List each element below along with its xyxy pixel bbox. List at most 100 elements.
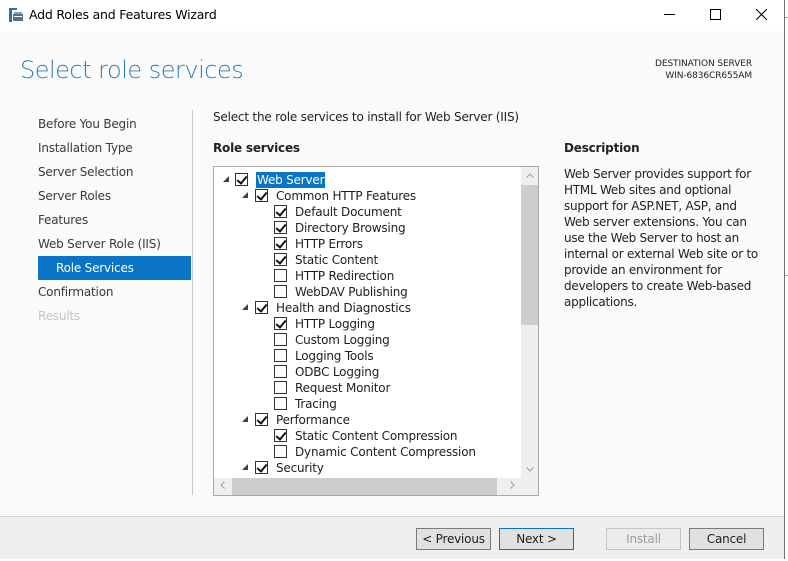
expand-collapse-icon[interactable]: [242, 192, 248, 198]
role-services-heading: Role services: [213, 141, 300, 155]
tree-item-label[interactable]: Tracing: [294, 396, 338, 412]
nav-item-web-server-role[interactable]: Web Server Role (IIS): [38, 232, 192, 256]
destination-server-label: DESTINATION SERVER: [655, 59, 752, 69]
tree-item[interactable]: Default Document: [214, 204, 521, 220]
tree-item-checkbox[interactable]: [255, 461, 268, 474]
tree-item-label[interactable]: Default Document: [294, 204, 403, 220]
tree-item[interactable]: HTTP Redirection: [214, 268, 521, 284]
window-title: Add Roles and Features Wizard: [29, 7, 217, 22]
tree-item-label[interactable]: Performance: [275, 412, 351, 428]
tree-item[interactable]: HTTP Errors: [214, 236, 521, 252]
tree-item-label[interactable]: Logging Tools: [294, 348, 374, 364]
vertical-scrollbar[interactable]: [521, 167, 538, 478]
tree-item-checkbox[interactable]: [255, 189, 268, 202]
tree-item-checkbox[interactable]: [274, 365, 287, 378]
tree-item-checkbox[interactable]: [274, 205, 287, 218]
tree-item-checkbox[interactable]: [255, 301, 268, 314]
tree-item-label[interactable]: HTTP Logging: [294, 316, 376, 332]
description-heading: Description: [564, 141, 640, 155]
title-bar[interactable]: Add Roles and Features Wizard: [0, 0, 784, 31]
scroll-up-button[interactable]: [521, 167, 538, 184]
tree-item[interactable]: Request Monitor: [214, 380, 521, 396]
tree-item-checkbox[interactable]: [235, 173, 248, 186]
close-button[interactable]: [738, 0, 784, 31]
scroll-left-button[interactable]: [214, 478, 231, 495]
server-manager-icon: [9, 8, 23, 22]
tree-item-checkbox[interactable]: [274, 253, 287, 266]
tree-item-label[interactable]: Security: [275, 460, 325, 476]
expand-collapse-icon[interactable]: [242, 464, 248, 470]
maximize-icon: [709, 8, 721, 23]
wizard-window: Add Roles and Features Wizard Select rol…: [0, 0, 785, 559]
tree-item[interactable]: Custom Logging: [214, 332, 521, 348]
tree-item-checkbox[interactable]: [274, 445, 287, 458]
description-text: Web Server provides support for HTML Web…: [564, 167, 758, 309]
expand-collapse-icon[interactable]: [242, 416, 248, 422]
minimize-button[interactable]: [646, 0, 692, 31]
tree-item-label[interactable]: Directory Browsing: [294, 220, 406, 236]
expand-collapse-icon[interactable]: [242, 304, 248, 310]
horizontal-scrollbar[interactable]: [214, 478, 521, 495]
tree-item[interactable]: WebDAV Publishing: [214, 284, 521, 300]
tree-item[interactable]: Tracing: [214, 396, 521, 412]
tree-item-checkbox[interactable]: [274, 237, 287, 250]
next-button[interactable]: Next >: [499, 528, 574, 550]
tree-item[interactable]: Dynamic Content Compression: [214, 444, 521, 460]
scroll-down-button[interactable]: [521, 461, 538, 478]
nav-item-confirmation[interactable]: Confirmation: [38, 280, 192, 304]
nav-item-results: Results: [38, 309, 80, 323]
tree-item-checkbox[interactable]: [274, 317, 287, 330]
tree-item-checkbox[interactable]: [274, 221, 287, 234]
tree-item-label[interactable]: WebDAV Publishing: [294, 284, 409, 300]
tree-item-label[interactable]: Web Server: [256, 172, 326, 188]
tree-item[interactable]: Common HTTP Features: [214, 188, 521, 204]
tree-item[interactable]: ODBC Logging: [214, 364, 521, 380]
nav-item-before-you-begin[interactable]: Before You Begin: [38, 112, 192, 136]
tree-item-checkbox[interactable]: [274, 381, 287, 394]
nav-item-server-selection[interactable]: Server Selection: [38, 160, 192, 184]
cancel-button[interactable]: Cancel: [689, 528, 764, 550]
tree-item-checkbox[interactable]: [274, 397, 287, 410]
nav-item-installation-type[interactable]: Installation Type: [38, 136, 192, 160]
tree-item-checkbox[interactable]: [274, 269, 287, 282]
horizontal-scroll-thumb[interactable]: [232, 478, 497, 495]
tree-item-checkbox[interactable]: [274, 285, 287, 298]
nav-item-role-services[interactable]: Role Services: [38, 256, 191, 280]
expand-collapse-icon[interactable]: [223, 176, 229, 182]
tree-item-label[interactable]: Request Monitor: [294, 380, 391, 396]
scroll-right-button[interactable]: [504, 478, 521, 495]
tree-item-label[interactable]: HTTP Errors: [294, 236, 364, 252]
tree-item-label[interactable]: ODBC Logging: [294, 364, 380, 380]
tree-item-checkbox[interactable]: [274, 429, 287, 442]
tree-item-label[interactable]: Custom Logging: [294, 332, 391, 348]
close-icon: [755, 8, 767, 23]
tree-item-checkbox[interactable]: [274, 349, 287, 362]
role-services-tree[interactable]: Web Server Common HTTP Features Default Do…: [213, 166, 539, 496]
tree-item[interactable]: Performance: [214, 412, 521, 428]
tree-item-label[interactable]: Static Content Compression: [294, 428, 458, 444]
tree-item-checkbox[interactable]: [274, 333, 287, 346]
nav-item-server-roles[interactable]: Server Roles: [38, 184, 192, 208]
tree-rows: Web Server Common HTTP Features Default Do…: [214, 172, 521, 476]
tree-item-label[interactable]: Common HTTP Features: [275, 188, 417, 204]
wizard-nav: Before You Begin Installation Type Serve…: [38, 112, 192, 328]
vertical-scroll-thumb[interactable]: [521, 185, 538, 325]
tree-item-label[interactable]: Health and Diagnostics: [275, 300, 412, 316]
tree-item[interactable]: Security: [214, 460, 521, 476]
tree-item[interactable]: Logging Tools: [214, 348, 521, 364]
nav-divider: [192, 110, 193, 495]
tree-item[interactable]: HTTP Logging: [214, 316, 521, 332]
maximize-button[interactable]: [692, 0, 738, 31]
previous-button[interactable]: < Previous: [416, 528, 491, 550]
tree-item-label[interactable]: Static Content: [294, 252, 379, 268]
tree-item[interactable]: Static Content: [214, 252, 521, 268]
destination-server-info: DESTINATION SERVER WIN-6836CR655AM: [655, 58, 752, 82]
tree-item-label[interactable]: Dynamic Content Compression: [294, 444, 477, 460]
nav-item-features[interactable]: Features: [38, 208, 192, 232]
tree-item-label[interactable]: HTTP Redirection: [294, 268, 395, 284]
tree-item[interactable]: Web Server: [214, 172, 521, 188]
tree-item[interactable]: Static Content Compression: [214, 428, 521, 444]
tree-item-checkbox[interactable]: [255, 413, 268, 426]
tree-item[interactable]: Directory Browsing: [214, 220, 521, 236]
tree-item[interactable]: Health and Diagnostics: [214, 300, 521, 316]
